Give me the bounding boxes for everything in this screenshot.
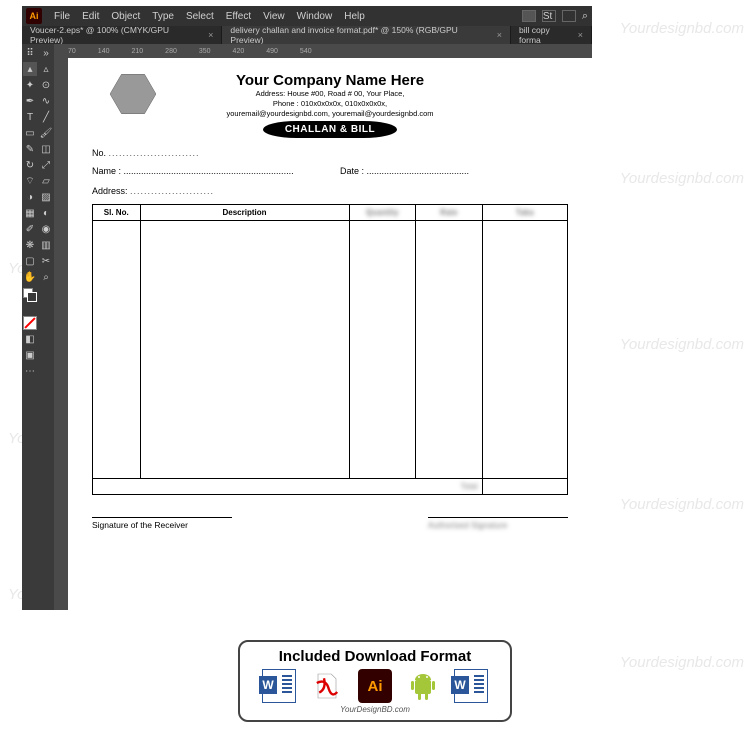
- date-label: Date :: [340, 166, 364, 176]
- tab-voucher[interactable]: Voucer-2.eps* @ 100% (CMYK/GPU Preview)×: [22, 26, 222, 44]
- logo-placeholder-icon: [110, 74, 156, 119]
- selection-tool-icon[interactable]: ▴: [23, 62, 37, 76]
- col-taka: Taka: [482, 205, 568, 221]
- column-graph-tool-icon[interactable]: ▥: [39, 238, 53, 252]
- menu-view[interactable]: View: [263, 11, 285, 22]
- direct-selection-tool-icon[interactable]: ▵: [39, 62, 53, 76]
- col-description: Description: [140, 205, 349, 221]
- close-icon[interactable]: ×: [578, 30, 583, 40]
- slice-tool-icon[interactable]: ✂: [39, 254, 53, 268]
- col-rate: Rate: [416, 205, 483, 221]
- perspective-tool-icon[interactable]: ▨: [39, 190, 53, 204]
- menu-edit[interactable]: Edit: [82, 11, 99, 22]
- company-name: Your Company Name Here: [92, 72, 568, 89]
- menu-type[interactable]: Type: [152, 11, 174, 22]
- document-type-badge: CHALLAN & BILL: [263, 121, 397, 138]
- watermark: Yourdesignbd.com: [620, 20, 744, 37]
- vertical-ruler: [54, 58, 68, 610]
- artboard-tool-icon[interactable]: ▢: [23, 254, 37, 268]
- none-color-icon[interactable]: [23, 316, 37, 330]
- illustrator-window: Ai File Edit Object Type Select Effect V…: [22, 6, 592, 610]
- col-sl: Sl. No.: [93, 205, 141, 221]
- zoom-tool-icon[interactable]: ⌕: [39, 270, 53, 284]
- edit-toolbar-icon[interactable]: ⋯: [23, 364, 37, 378]
- menu-help[interactable]: Help: [344, 11, 365, 22]
- eraser-tool-icon[interactable]: ◫: [39, 142, 53, 156]
- watermark: Yourdesignbd.com: [620, 654, 744, 671]
- pdf-icon: [310, 669, 344, 703]
- free-transform-tool-icon[interactable]: ▱: [39, 174, 53, 188]
- symbol-sprayer-tool-icon[interactable]: ❋: [23, 238, 37, 252]
- watermark: Yourdesignbd.com: [620, 336, 744, 353]
- expand-icon[interactable]: »: [39, 46, 53, 60]
- eyedropper-tool-icon[interactable]: ✐: [23, 222, 37, 236]
- fill-stroke-icon[interactable]: [23, 288, 37, 302]
- shape-builder-tool-icon[interactable]: ◑: [23, 190, 37, 204]
- invoice-table: Sl. No. Description Quantity Rate Taka T…: [92, 204, 568, 495]
- watermark: Yourdesignbd.com: [620, 496, 744, 513]
- name-label: Name :: [92, 166, 121, 176]
- line-tool-icon[interactable]: ╱: [39, 110, 53, 124]
- menu-bar: Ai File Edit Object Type Select Effect V…: [22, 6, 592, 26]
- address-label: Address:: [92, 186, 128, 196]
- tab-bill-copy[interactable]: bill copy forma×: [511, 26, 592, 44]
- company-email: youremail@yourdesignbd.com, youremail@yo…: [92, 109, 568, 119]
- total-label: Total: [416, 479, 483, 495]
- menu-effect[interactable]: Effect: [226, 11, 251, 22]
- gradient-tool-icon[interactable]: ◐: [39, 206, 53, 220]
- paintbrush-tool-icon[interactable]: 🖌: [39, 126, 53, 140]
- pencil-tool-icon[interactable]: ✎: [23, 142, 37, 156]
- word-icon: [262, 669, 296, 703]
- lasso-tool-icon[interactable]: ⊙: [39, 78, 53, 92]
- menu-object[interactable]: Object: [111, 11, 140, 22]
- company-address: Address: House #00, Road # 00, Your Plac…: [92, 89, 568, 99]
- menu-window[interactable]: Window: [297, 11, 333, 22]
- company-phone: Phone : 010x0x0x0x, 010x0x0x0x,: [92, 99, 568, 109]
- scale-tool-icon[interactable]: ⤢: [39, 158, 53, 172]
- curvature-tool-icon[interactable]: ∿: [39, 94, 53, 108]
- android-icon: [406, 669, 440, 703]
- hand-tool-icon[interactable]: ✋: [23, 270, 37, 284]
- toolbar-col-2: » ▵ ⊙ ∿ ╱ 🖌 ◫ ⤢ ▱ ▨ ◐ ◉ ▥ ✂ ⌕: [38, 44, 54, 610]
- close-icon[interactable]: ×: [208, 30, 213, 40]
- mesh-tool-icon[interactable]: ▦: [23, 206, 37, 220]
- close-icon[interactable]: ×: [497, 30, 502, 40]
- document-tabs: Voucer-2.eps* @ 100% (CMYK/GPU Preview)×…: [22, 26, 592, 44]
- illustrator-icon: Ai: [358, 669, 392, 703]
- tab-delivery-challan[interactable]: delivery challan and invoice format.pdf*…: [222, 26, 511, 44]
- word-icon: [454, 669, 488, 703]
- pen-tool-icon[interactable]: ✒: [23, 94, 37, 108]
- search-icon[interactable]: ⌕: [582, 10, 588, 23]
- stock-icon[interactable]: St: [542, 10, 556, 22]
- toolbar-grip-icon[interactable]: ⠿: [23, 46, 37, 60]
- swap-fill-icon[interactable]: [23, 304, 37, 312]
- type-tool-icon[interactable]: T: [23, 110, 37, 124]
- menu-select[interactable]: Select: [186, 11, 214, 22]
- app-logo-icon: Ai: [26, 8, 42, 24]
- magic-wand-tool-icon[interactable]: ✦: [23, 78, 37, 92]
- signature-receiver: Signature of the Receiver: [92, 517, 232, 530]
- col-quantity: Quantity: [349, 205, 416, 221]
- artboard[interactable]: Your Company Name Here Address: House #0…: [68, 58, 592, 610]
- draw-mode-icon[interactable]: ◧: [23, 332, 37, 346]
- signature-authorised: Authorised Signature: [428, 517, 568, 530]
- menu-file[interactable]: File: [54, 11, 70, 22]
- width-tool-icon[interactable]: ⌔: [23, 174, 37, 188]
- rectangle-tool-icon[interactable]: ▭: [23, 126, 37, 140]
- rotate-tool-icon[interactable]: ↻: [23, 158, 37, 172]
- toolbar-col-1: ⠿ ▴ ✦ ✒ T ▭ ✎ ↻ ⌔ ◑ ▦ ✐ ❋ ▢ ✋ ◧ ▣ ⋯: [22, 44, 38, 610]
- download-site: YourDesignBD.com: [248, 705, 502, 714]
- workspace-icon[interactable]: [522, 10, 536, 22]
- blend-tool-icon[interactable]: ◉: [39, 222, 53, 236]
- horizontal-ruler: 70140210280350420490540: [54, 44, 592, 58]
- watermark: Yourdesignbd.com: [620, 170, 744, 187]
- no-label: No.: [92, 148, 106, 158]
- arrange-icon[interactable]: [562, 10, 576, 22]
- screen-mode-icon[interactable]: ▣: [23, 348, 37, 362]
- download-format-box: Included Download Format Ai YourDesignBD…: [238, 640, 512, 722]
- download-title: Included Download Format: [248, 648, 502, 665]
